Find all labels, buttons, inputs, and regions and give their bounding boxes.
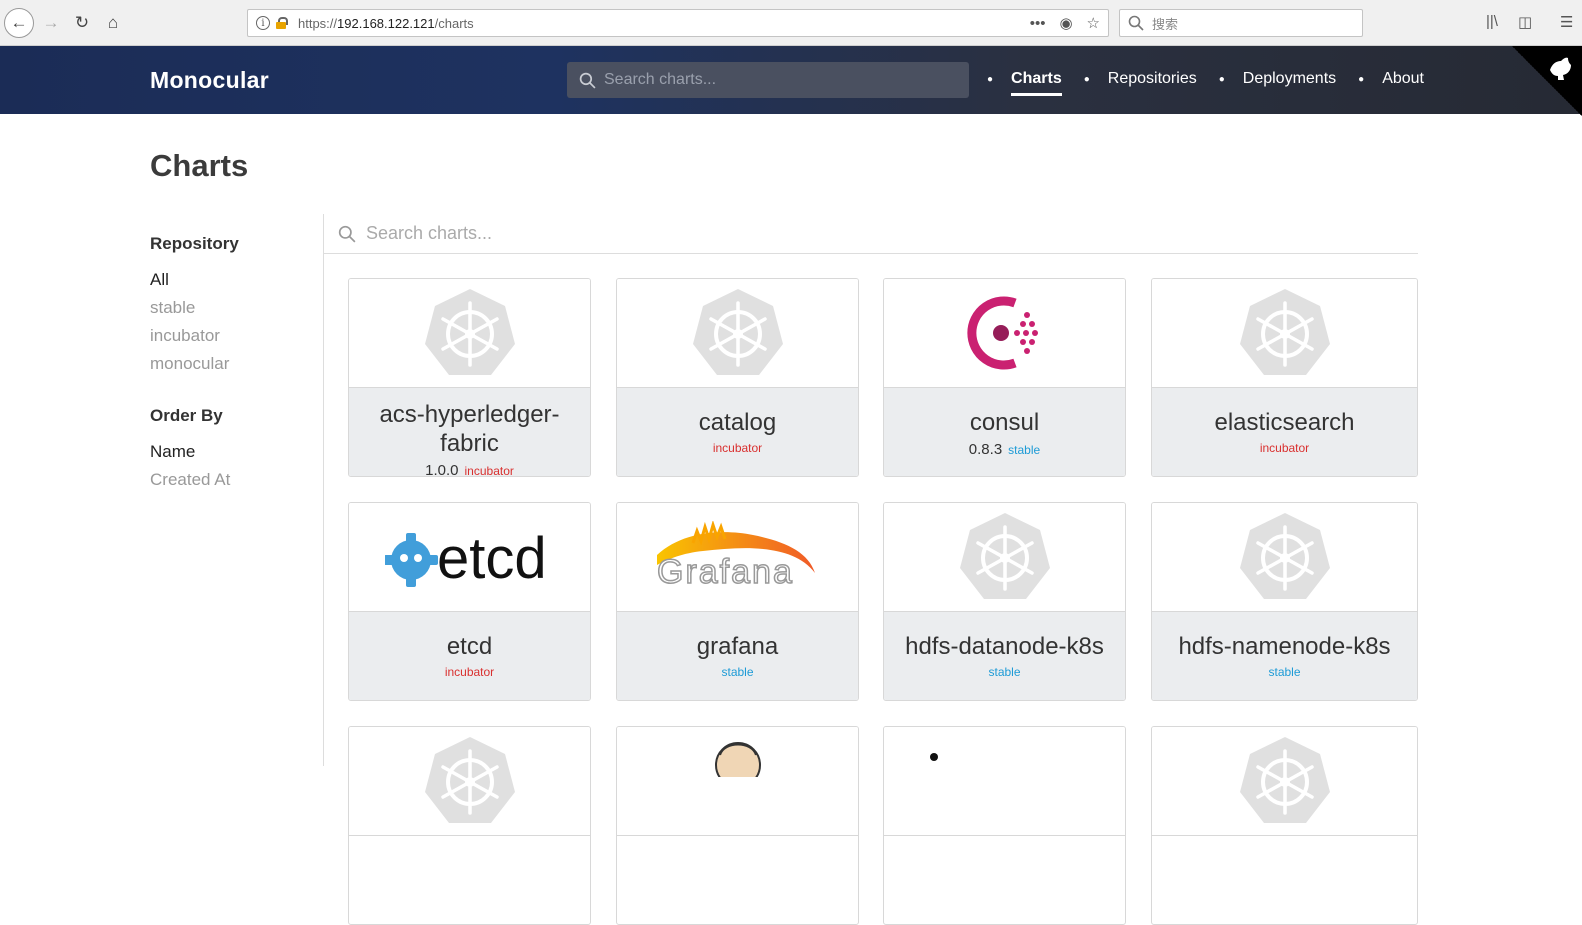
- chart-version: 0.8.3: [968, 441, 1003, 458]
- sidebar-icon[interactable]: ◫: [1518, 13, 1532, 31]
- address-bar[interactable]: i https://192.168.122.121/charts ••• ◉ ☆: [247, 9, 1109, 37]
- menu-icon[interactable]: ☰: [1560, 13, 1573, 31]
- nav-deployments[interactable]: Deployments: [1243, 70, 1336, 88]
- repository-filter: Repository All stable incubator monocula…: [150, 234, 310, 378]
- kubernetes-icon: [1239, 289, 1330, 377]
- app-header: Monocular ● Charts ● Repositories ● Depl…: [0, 46, 1582, 114]
- chart-logo-icon: [930, 753, 938, 761]
- info-icon[interactable]: i: [256, 16, 270, 30]
- reload-button[interactable]: ↻: [68, 9, 96, 37]
- filter-sidebar: Repository All stable incubator monocula…: [150, 234, 310, 494]
- chart-repo[interactable]: incubator: [465, 464, 514, 476]
- chart-repo[interactable]: stable: [721, 665, 753, 679]
- chart-search[interactable]: [324, 214, 1418, 254]
- kubernetes-icon: [424, 289, 515, 377]
- etcd-logo-text: etcd: [437, 526, 547, 591]
- chart-repo[interactable]: stable: [1268, 665, 1300, 679]
- repo-filter-incubator[interactable]: incubator: [150, 322, 310, 350]
- repo-filter-stable[interactable]: stable: [150, 294, 310, 322]
- chart-card[interactable]: Grafana grafana stable: [616, 502, 859, 701]
- chart-card[interactable]: [348, 726, 591, 925]
- chart-name[interactable]: acs-hyperledger-fabric: [349, 400, 590, 458]
- brand-logo[interactable]: Monocular: [150, 67, 269, 94]
- chart-card[interactable]: [883, 726, 1126, 925]
- search-icon: [1128, 15, 1144, 31]
- chart-card[interactable]: [1151, 726, 1418, 925]
- chart-name[interactable]: consul: [884, 408, 1125, 437]
- back-button[interactable]: ←: [4, 8, 34, 38]
- chart-repo[interactable]: stable: [1008, 443, 1040, 457]
- grafana-logo: Grafana: [656, 521, 815, 592]
- page-title: Charts: [150, 148, 249, 183]
- forward-button[interactable]: →: [37, 9, 65, 37]
- chart-card[interactable]: etcd etcd incubator: [348, 502, 591, 701]
- repository-filter-title: Repository: [150, 234, 239, 253]
- github-corner[interactable]: [1512, 46, 1582, 116]
- jenkins-icon: [714, 742, 761, 777]
- chart-card[interactable]: [616, 726, 859, 925]
- divider: [323, 214, 324, 766]
- nav-repositories[interactable]: Repositories: [1108, 70, 1197, 88]
- chart-card[interactable]: elasticsearch incubator: [1151, 278, 1418, 477]
- octocat-icon: [1550, 57, 1571, 80]
- order-filter-title: Order By: [150, 406, 223, 425]
- chart-card[interactable]: hdfs-datanode-k8s stable: [883, 502, 1126, 701]
- chart-repo[interactable]: incubator: [1260, 441, 1309, 455]
- header-search[interactable]: [567, 62, 969, 98]
- etcd-logo: etcd: [384, 526, 547, 591]
- kubernetes-icon: [1239, 513, 1330, 601]
- chart-name[interactable]: elasticsearch: [1152, 408, 1417, 437]
- page-actions-icon[interactable]: •••: [1030, 15, 1046, 32]
- chart-version: 1.0.0: [425, 462, 459, 477]
- library-icon[interactable]: ||\: [1486, 13, 1498, 30]
- chart-repo[interactable]: stable: [988, 665, 1020, 679]
- kubernetes-icon: [424, 737, 515, 825]
- search-icon: [338, 225, 356, 242]
- order-by-created[interactable]: Created At: [150, 466, 310, 494]
- main-nav: ● Charts ● Repositories ● Deployments ● …: [987, 70, 1424, 96]
- nav-about[interactable]: About: [1382, 70, 1424, 88]
- chart-name[interactable]: catalog: [617, 408, 858, 437]
- chart-repo[interactable]: incubator: [445, 665, 494, 679]
- search-icon: [579, 72, 596, 89]
- browser-search-box[interactable]: 搜索: [1119, 9, 1363, 37]
- chart-name[interactable]: hdfs-datanode-k8s: [884, 632, 1125, 661]
- order-filter: Order By Name Created At: [150, 406, 310, 494]
- nav-charts[interactable]: Charts: [1011, 70, 1062, 96]
- chart-card[interactable]: catalog incubator: [616, 278, 859, 477]
- kubernetes-icon: [692, 289, 783, 377]
- repo-filter-all[interactable]: All: [150, 266, 310, 294]
- bookmark-star-icon[interactable]: ☆: [1087, 14, 1100, 32]
- consul-icon: [966, 296, 1038, 370]
- chart-name[interactable]: etcd: [349, 632, 590, 661]
- repo-filter-monocular[interactable]: monocular: [150, 350, 310, 378]
- chart-name[interactable]: hdfs-namenode-k8s: [1152, 632, 1417, 661]
- pocket-icon[interactable]: ◉: [1059, 14, 1072, 32]
- chart-repo[interactable]: incubator: [713, 441, 762, 455]
- chart-card[interactable]: hdfs-namenode-k8s stable: [1151, 502, 1418, 701]
- kubernetes-icon: [959, 513, 1050, 601]
- insecure-lock-icon[interactable]: [276, 17, 288, 29]
- chart-card[interactable]: acs-hyperledger-fabric 1.0.0 incubator: [348, 278, 591, 477]
- chart-card[interactable]: consul 0.8.3 stable: [883, 278, 1126, 477]
- chart-search-input[interactable]: [366, 223, 1266, 244]
- url-text[interactable]: https://192.168.122.121/charts: [298, 16, 474, 31]
- grafana-logo-text: Grafana: [657, 553, 794, 591]
- home-button[interactable]: ⌂: [99, 9, 127, 37]
- browser-toolbar: ← → ↻ ⌂ i https://192.168.122.121/charts…: [0, 0, 1582, 46]
- chart-name[interactable]: grafana: [617, 632, 858, 661]
- order-by-name[interactable]: Name: [150, 438, 310, 466]
- header-search-input[interactable]: [604, 71, 954, 89]
- kubernetes-icon: [1239, 737, 1330, 825]
